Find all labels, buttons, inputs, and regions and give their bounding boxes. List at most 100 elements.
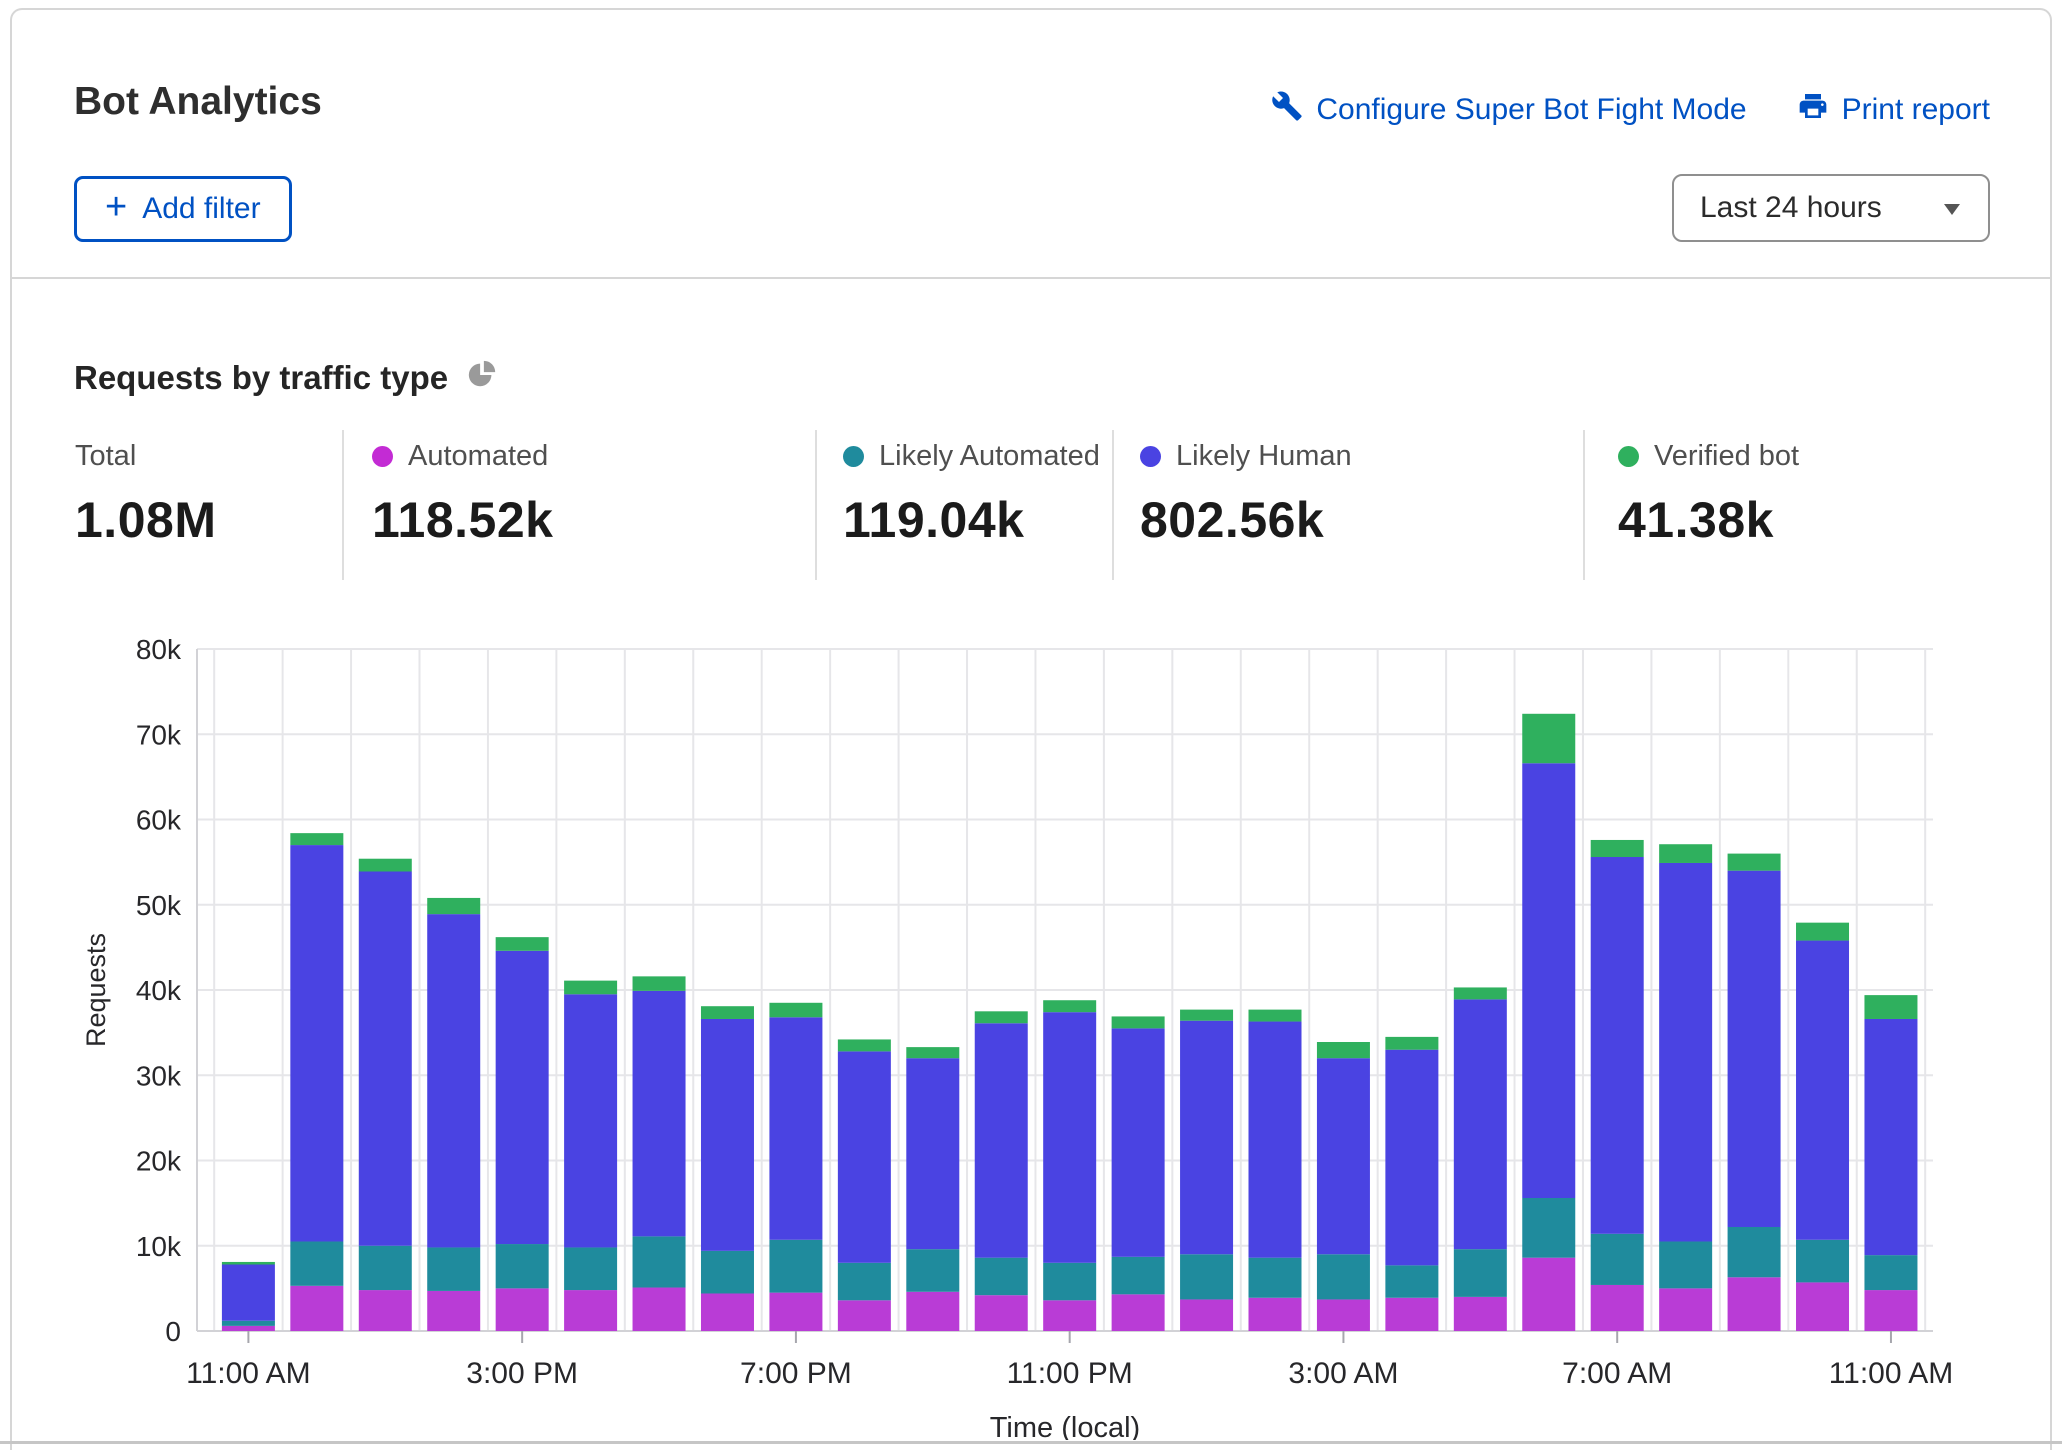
stat-automated[interactable]: Automated 118.52k xyxy=(372,440,553,549)
bar-segment[interactable] xyxy=(1043,1263,1096,1301)
bar-segment[interactable] xyxy=(975,1011,1028,1023)
bar-segment[interactable] xyxy=(1112,1294,1165,1331)
bar-segment[interactable] xyxy=(1659,844,1712,863)
bar-segment[interactable] xyxy=(1591,840,1644,857)
add-filter-button[interactable]: + Add filter xyxy=(74,176,292,242)
bar-segment[interactable] xyxy=(564,994,617,1247)
bar-segment[interactable] xyxy=(769,1017,822,1240)
bar-segment[interactable] xyxy=(1385,1298,1438,1331)
bar-segment[interactable] xyxy=(1385,1037,1438,1050)
bar-segment[interactable] xyxy=(633,1236,686,1287)
bar-segment[interactable] xyxy=(701,1006,754,1019)
bar-segment[interactable] xyxy=(1659,1288,1712,1331)
bar-segment[interactable] xyxy=(1728,1277,1781,1331)
bar-segment[interactable] xyxy=(359,859,412,872)
bar-segment[interactable] xyxy=(564,981,617,995)
bar-segment[interactable] xyxy=(496,1244,549,1288)
bar-segment[interactable] xyxy=(1659,1241,1712,1288)
bar-segment[interactable] xyxy=(359,1246,412,1290)
bar-segment[interactable] xyxy=(906,1058,959,1249)
bar-segment[interactable] xyxy=(290,833,343,845)
bar-segment[interactable] xyxy=(838,1051,891,1262)
bar-segment[interactable] xyxy=(290,1286,343,1331)
bar-segment[interactable] xyxy=(222,1321,275,1326)
bar-segment[interactable] xyxy=(1522,1258,1575,1331)
bar-segment[interactable] xyxy=(975,1258,1028,1296)
bar-segment[interactable] xyxy=(1180,1010,1233,1021)
bar-segment[interactable] xyxy=(1864,1255,1917,1290)
bar-segment[interactable] xyxy=(701,1251,754,1294)
bar-segment[interactable] xyxy=(496,1288,549,1331)
bar-segment[interactable] xyxy=(906,1249,959,1292)
bar-segment[interactable] xyxy=(701,1019,754,1251)
bar-segment[interactable] xyxy=(838,1300,891,1331)
bar-segment[interactable] xyxy=(906,1292,959,1331)
bar-segment[interactable] xyxy=(290,1241,343,1285)
bar-segment[interactable] xyxy=(1249,1010,1302,1022)
bar-segment[interactable] xyxy=(1728,854,1781,871)
bar-segment[interactable] xyxy=(1796,1282,1849,1331)
bar-segment[interactable] xyxy=(1317,1254,1370,1299)
bar-segment[interactable] xyxy=(222,1265,275,1321)
configure-super-bot-fight-mode-link[interactable]: Configure Super Bot Fight Mode xyxy=(1271,90,1746,130)
bar-segment[interactable] xyxy=(1317,1299,1370,1331)
bar-segment[interactable] xyxy=(1864,995,1917,1019)
bar-segment[interactable] xyxy=(1796,941,1849,1240)
bar-segment[interactable] xyxy=(1112,1016,1165,1028)
bar-segment[interactable] xyxy=(1317,1042,1370,1058)
bar-segment[interactable] xyxy=(1591,1234,1644,1285)
bar-segment[interactable] xyxy=(1522,763,1575,1198)
bar-segment[interactable] xyxy=(1522,1198,1575,1258)
bar-segment[interactable] xyxy=(427,1291,480,1331)
bar-segment[interactable] xyxy=(1659,863,1712,1242)
bar-segment[interactable] xyxy=(1180,1254,1233,1299)
bar-segment[interactable] xyxy=(1249,1258,1302,1298)
bar-segment[interactable] xyxy=(290,845,343,1241)
stat-likely-human[interactable]: Likely Human 802.56k xyxy=(1140,440,1352,549)
bar-segment[interactable] xyxy=(1385,1050,1438,1266)
bar-segment[interactable] xyxy=(975,1295,1028,1331)
bar-segment[interactable] xyxy=(496,951,549,1244)
bar-segment[interactable] xyxy=(1454,1249,1507,1297)
bar-segment[interactable] xyxy=(1864,1290,1917,1331)
bar-segment[interactable] xyxy=(1043,1012,1096,1263)
bar-segment[interactable] xyxy=(359,872,412,1246)
bar-segment[interactable] xyxy=(427,898,480,914)
bar-segment[interactable] xyxy=(1317,1058,1370,1254)
stat-likely-automated[interactable]: Likely Automated 119.04k xyxy=(843,440,1100,549)
bar-segment[interactable] xyxy=(1728,1227,1781,1277)
bar-segment[interactable] xyxy=(564,1247,617,1290)
bar-segment[interactable] xyxy=(701,1293,754,1331)
bar-segment[interactable] xyxy=(906,1047,959,1058)
bar-segment[interactable] xyxy=(769,1003,822,1017)
bar-segment[interactable] xyxy=(1112,1028,1165,1256)
bar-segment[interactable] xyxy=(633,991,686,1237)
time-range-select[interactable]: Last 24 hours xyxy=(1672,174,1990,242)
bar-segment[interactable] xyxy=(222,1262,275,1265)
bar-segment[interactable] xyxy=(427,914,480,1247)
bar-segment[interactable] xyxy=(1112,1257,1165,1295)
bar-segment[interactable] xyxy=(1796,1240,1849,1283)
bar-segment[interactable] xyxy=(1454,999,1507,1249)
bar-segment[interactable] xyxy=(1249,1298,1302,1331)
bar-segment[interactable] xyxy=(1454,987,1507,999)
bar-segment[interactable] xyxy=(1043,1000,1096,1012)
bar-segment[interactable] xyxy=(633,976,686,990)
stat-verified-bot[interactable]: Verified bot 41.38k xyxy=(1618,440,1799,549)
bar-segment[interactable] xyxy=(1249,1022,1302,1258)
bar-segment[interactable] xyxy=(1728,871,1781,1227)
bar-segment[interactable] xyxy=(1864,1019,1917,1255)
print-report-link[interactable]: Print report xyxy=(1797,90,1990,130)
bar-segment[interactable] xyxy=(769,1293,822,1331)
bar-segment[interactable] xyxy=(1385,1265,1438,1297)
bar-segment[interactable] xyxy=(222,1326,275,1331)
bar-segment[interactable] xyxy=(769,1240,822,1293)
bar-segment[interactable] xyxy=(427,1247,480,1290)
bar-segment[interactable] xyxy=(1180,1299,1233,1331)
bar-segment[interactable] xyxy=(1522,714,1575,763)
bar-segment[interactable] xyxy=(359,1290,412,1331)
bar-segment[interactable] xyxy=(838,1039,891,1051)
bar-segment[interactable] xyxy=(838,1263,891,1301)
bar-segment[interactable] xyxy=(496,937,549,951)
bar-segment[interactable] xyxy=(975,1023,1028,1257)
